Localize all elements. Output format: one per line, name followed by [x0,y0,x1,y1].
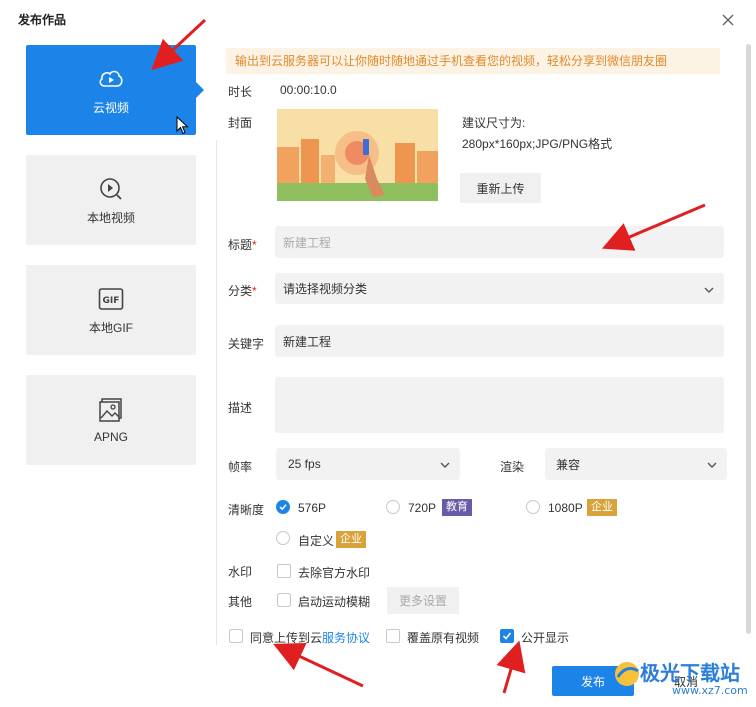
clarity-radio-576p[interactable] [276,500,290,514]
description-textarea[interactable] [275,377,724,433]
fps-value: 25 fps [288,457,321,471]
tab-label: 本地视频 [86,210,135,225]
description-label: 描述 [228,401,253,415]
clarity-label: 清晰度 [228,503,265,517]
duration-label: 时长 [228,85,253,99]
enterprise-badge: 企业 [336,531,366,548]
annotation-arrow [273,643,364,688]
clarity-radio-custom[interactable] [276,531,290,545]
motion-blur-checkbox[interactable] [277,593,291,607]
title-input[interactable]: 新建工程 [275,226,724,258]
tab-label: APNG [93,430,128,444]
edu-badge: 教育 [442,499,472,516]
tab-local-gif[interactable]: GIF 本地GIF [26,265,196,355]
search-play-icon [97,175,125,203]
image-icon [97,396,125,424]
tab-local-video[interactable]: 本地视频 [26,155,196,245]
reupload-button[interactable]: 重新上传 [460,173,541,203]
chevron-down-icon [440,459,450,469]
annotation-arrow [496,640,526,694]
svg-text:GIF: GIF [103,296,120,306]
category-label: 分类* [228,284,257,298]
gif-icon: GIF [97,285,125,313]
motion-blur-label: 启动运动模糊 [298,595,371,609]
remove-watermark-checkbox[interactable] [277,564,291,578]
tab-apng[interactable]: APNG [26,375,196,465]
keyword-label: 关键字 [228,337,265,351]
public-label: 公开显示 [521,631,570,645]
divider [216,140,217,645]
tab-label: 本地GIF [89,320,133,335]
close-icon[interactable] [720,12,736,28]
dialog-title: 发布作品 [18,13,67,27]
render-select[interactable]: 兼容 [545,448,727,480]
watermark-label: 水印 [228,565,253,579]
chevron-down-icon [704,284,714,294]
remove-watermark-label: 去除官方水印 [298,566,371,580]
clarity-radio-1080p[interactable] [526,500,540,514]
service-agreement-link[interactable]: 服务协议 [322,631,370,645]
site-name: 极光下载站 [640,661,740,685]
keyword-input[interactable]: 新建工程 [275,325,724,357]
clarity-option-label: 1080P [548,501,583,515]
chevron-down-icon [707,459,717,469]
clarity-option-label: 576P [298,501,327,515]
render-value: 兼容 [556,457,581,472]
agree-text: 同意上传到云服务协议 [250,631,371,645]
fps-select[interactable]: 25 fps [276,448,460,480]
public-checkbox[interactable] [500,629,514,643]
enterprise-badge: 企业 [587,499,617,516]
other-label: 其他 [228,595,253,609]
scrollbar[interactable] [746,44,751,634]
overwrite-checkbox[interactable] [386,629,400,643]
cover-hint-size: 280px*160px;JPG/PNG格式 [462,137,613,151]
title-label: 标题* [228,238,257,252]
fps-label: 帧率 [228,460,253,474]
category-select[interactable]: 请选择视频分类 [275,273,724,304]
overwrite-label: 覆盖原有视频 [407,631,480,645]
more-settings-button[interactable]: 更多设置 [387,587,459,614]
agree-checkbox[interactable] [229,629,243,643]
cover-hint: 建议尺寸为: [462,116,526,130]
tab-label: 云视频 [92,100,129,115]
clarity-radio-720p[interactable] [386,500,400,514]
clarity-option-label: 自定义 [298,534,335,548]
render-label: 渲染 [500,460,525,474]
clarity-option-label: 720P [408,501,437,515]
site-url: www.xz7.com [672,684,748,697]
cloud-play-icon [97,65,125,93]
category-value: 请选择视频分类 [283,282,368,296]
notice-banner: 输出到云服务器可以让你随时随地通过手机查看您的视频，轻松分享到微信朋友圈 [226,48,720,74]
cover-label: 封面 [228,116,253,130]
cover-thumbnail [277,109,438,201]
tab-cloud-video[interactable]: 云视频 [26,45,204,135]
duration-value: 00:00:10.0 [280,83,337,97]
